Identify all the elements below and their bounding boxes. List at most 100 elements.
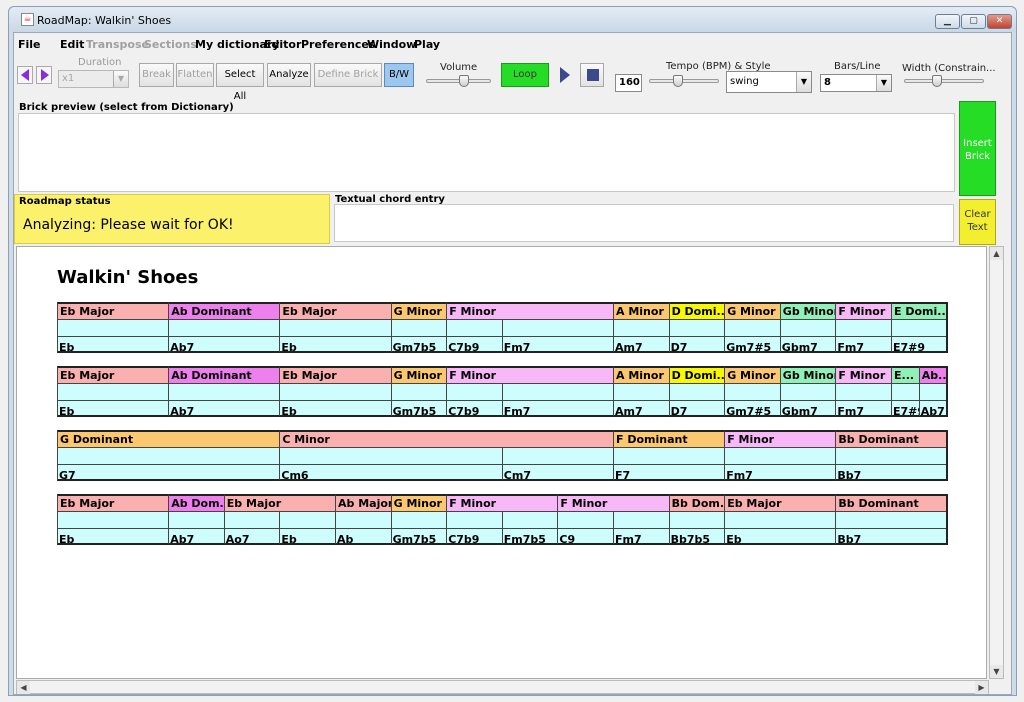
chord-cell[interactable]: C7b9	[446, 319, 502, 354]
title-bar[interactable]: ☕ RoadMap: Walkin' Shoes ▁ ▢ ✕	[9, 7, 1016, 32]
textual-chord-entry-input[interactable]	[334, 204, 954, 242]
chord-cell[interactable]: G7	[57, 447, 280, 482]
brick-label[interactable]: F Minor	[446, 302, 613, 319]
brick-label[interactable]: F Dominant	[613, 430, 725, 447]
brick-label[interactable]: Ab Dom...	[168, 494, 224, 511]
chord-cell[interactable]: Eb	[57, 319, 169, 354]
brick-label[interactable]: A Minor	[613, 366, 669, 383]
brick-label[interactable]: G Minor	[390, 302, 447, 319]
brick-label[interactable]: G Minor	[724, 302, 780, 319]
chord-cell[interactable]: Fm7	[613, 511, 669, 546]
brick-label[interactable]: A Minor	[613, 302, 669, 319]
chord-cell[interactable]: Eb	[279, 511, 335, 546]
menu-preferences[interactable]: Preferences	[301, 38, 375, 51]
chord-cell[interactable]: Gm7#5	[724, 319, 780, 354]
scroll-up-icon[interactable]: ▲	[990, 247, 1003, 260]
vertical-scrollbar[interactable]: ▲ ▼	[989, 246, 1004, 679]
menu-sections[interactable]: Sections	[144, 38, 197, 51]
chord-cell[interactable]: Bb7	[835, 447, 947, 482]
scroll-right-icon[interactable]: ▶	[975, 681, 988, 694]
flatten-button[interactable]: Flatten	[176, 63, 214, 87]
menu-edit[interactable]: Edit	[60, 38, 84, 51]
brick-label[interactable]: G Minor	[724, 366, 780, 383]
brick-label[interactable]: Ab Major	[335, 494, 391, 511]
brick-label[interactable]: D Domi...	[668, 302, 725, 319]
chord-cell[interactable]: Ab7	[168, 511, 224, 546]
brick-label[interactable]: G Dominant	[57, 430, 280, 447]
menu-editor[interactable]: Editor	[264, 38, 301, 51]
chord-cell[interactable]: Eb	[57, 383, 169, 418]
roadmap-canvas[interactable]: Walkin' Shoes Eb Major Ab Dominant Eb Majo…	[16, 246, 987, 679]
chord-cell[interactable]: Fm7	[501, 383, 613, 418]
menu-file[interactable]: File	[18, 38, 41, 51]
chord-cell[interactable]: Fm7	[724, 447, 836, 482]
break-button[interactable]: Break	[139, 63, 174, 87]
width-slider-thumb[interactable]	[932, 75, 942, 87]
brick-label[interactable]: G Minor	[390, 366, 447, 383]
chord-cell[interactable]: E7#9	[891, 383, 925, 418]
close-button[interactable]: ✕	[987, 14, 1012, 29]
next-brick-button[interactable]	[36, 66, 52, 84]
brick-label[interactable]: C Minor	[279, 430, 613, 447]
horizontal-scrollbar[interactable]: ◀ ▶	[16, 680, 989, 694]
menu-transpose[interactable]: Transpose	[86, 38, 149, 51]
chord-cell[interactable]: C9	[557, 511, 613, 546]
chord-cell[interactable]: Am7	[613, 383, 669, 418]
brick-label[interactable]: F Minor	[724, 430, 836, 447]
chord-cell[interactable]: Gm7b5	[390, 511, 447, 546]
brick-label[interactable]: Ab Dominant	[168, 302, 280, 319]
define-brick-button[interactable]: Define Brick	[314, 63, 382, 87]
brick-label[interactable]: Eb Major	[223, 494, 335, 511]
select-all-button[interactable]: Select All	[216, 63, 264, 102]
scroll-down-icon[interactable]: ▼	[990, 665, 1003, 678]
brick-label[interactable]: Eb Major	[57, 366, 169, 383]
chord-cell[interactable]: Gbm7	[779, 319, 836, 354]
brick-label[interactable]: E...	[891, 366, 919, 383]
brick-preview-area[interactable]	[18, 113, 955, 192]
chord-cell[interactable]: Fm7	[835, 319, 891, 354]
menu-play[interactable]: Play	[414, 38, 440, 51]
insert-brick-button[interactable]: Insert Brick	[959, 101, 996, 196]
prev-brick-button[interactable]	[17, 66, 33, 84]
brick-label[interactable]: E Domi...	[891, 302, 947, 319]
brick-label[interactable]: F Minor	[446, 494, 558, 511]
brick-label[interactable]: F Minor	[835, 302, 891, 319]
brick-label[interactable]: Eb Major	[724, 494, 836, 511]
chord-cell[interactable]: Fm7b5	[501, 511, 558, 546]
chord-cell[interactable]: Ab7	[168, 319, 280, 354]
brick-label[interactable]: Ab...	[918, 366, 947, 383]
width-slider-track[interactable]	[904, 79, 984, 83]
bw-toggle[interactable]: B/W	[384, 63, 414, 87]
chord-cell[interactable]: Cm6	[279, 447, 502, 482]
minimize-button[interactable]: ▁	[935, 14, 960, 29]
chord-cell[interactable]: C7b9	[446, 383, 502, 418]
style-select[interactable]: swing ▼	[726, 71, 812, 93]
brick-label[interactable]: F Minor	[557, 494, 669, 511]
brick-label[interactable]: G Minor	[390, 494, 447, 511]
tempo-field[interactable]: 160	[615, 74, 642, 92]
tempo-slider-track[interactable]	[649, 79, 719, 83]
maximize-button[interactable]: ▢	[961, 14, 986, 29]
loop-button[interactable]: Loop	[501, 63, 549, 87]
chord-cell[interactable]: Eb	[279, 319, 391, 354]
brick-label[interactable]: Eb Major	[57, 302, 169, 319]
chord-cell[interactable]: Bb7	[835, 511, 947, 546]
brick-label[interactable]: Bb Dominant	[835, 430, 947, 447]
chord-cell[interactable]: E7#9	[891, 319, 947, 354]
chord-cell[interactable]: D7	[668, 319, 725, 354]
chord-cell[interactable]: Ab7	[918, 383, 947, 418]
stop-button[interactable]	[580, 63, 604, 87]
bars-per-line-select[interactable]: 8 ▼	[820, 74, 892, 92]
duration-select[interactable]: x1 ▼	[58, 70, 129, 88]
analyze-button[interactable]: Analyze	[267, 63, 311, 87]
chord-cell[interactable]: Ab7	[168, 383, 280, 418]
brick-label[interactable]: F Minor	[835, 366, 891, 383]
brick-label[interactable]: Bb Dom...	[668, 494, 725, 511]
chord-cell[interactable]: Ao7	[223, 511, 280, 546]
chord-cell[interactable]: Gm7#5	[724, 383, 780, 418]
chord-cell[interactable]: Bb7b5	[668, 511, 725, 546]
chord-cell[interactable]: Fm7	[835, 383, 891, 418]
chord-cell[interactable]: Eb	[57, 511, 169, 546]
chord-cell[interactable]: Gm7b5	[390, 319, 447, 354]
chord-cell[interactable]: Fm7	[501, 319, 613, 354]
